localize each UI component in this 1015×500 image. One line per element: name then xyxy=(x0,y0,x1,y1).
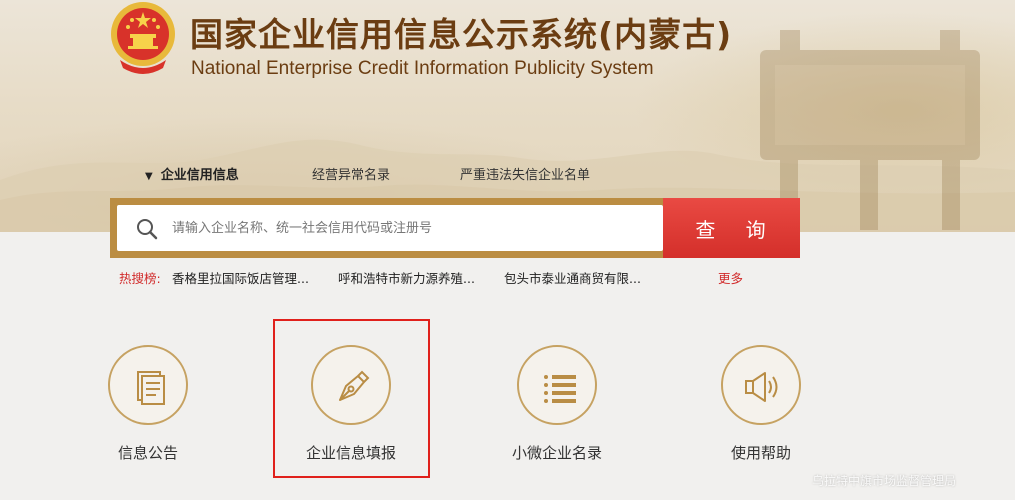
highlight-box xyxy=(273,319,430,478)
feature-small-enterprise-list[interactable]: 小微企业名录 xyxy=(477,345,637,463)
page-title: 国家企业信用信息公示系统(内蒙古) xyxy=(190,15,733,54)
caret-down-icon: ▼ xyxy=(145,171,153,182)
feature-info-notice[interactable]: 信息公告 xyxy=(68,345,228,463)
tab-credit-info[interactable]: ▼ 企业信用信息 xyxy=(145,164,239,183)
document-icon xyxy=(137,371,165,405)
speaker-icon xyxy=(745,372,778,402)
feature-circle xyxy=(721,345,801,425)
list-icon xyxy=(544,375,576,403)
tab-blacklist[interactable]: 严重违法失信企业名单 xyxy=(460,164,590,183)
search-icon xyxy=(137,219,158,240)
hot-search-more-link[interactable]: 更多 xyxy=(718,268,743,287)
search-box xyxy=(117,205,663,251)
hot-search-item[interactable]: 包头市泰业通商贸有限... xyxy=(504,268,641,287)
hot-search-item[interactable]: 香格里拉国际饭店管理... xyxy=(172,268,309,287)
search-input[interactable] xyxy=(172,205,652,251)
hot-search-item[interactable]: 呼和浩特市新力源养殖... xyxy=(338,268,475,287)
feature-label: 小微企业名录 xyxy=(511,444,602,462)
watermark-text: 乌拉特中旗市场监督管理局 xyxy=(812,474,957,488)
hot-search-label: 热搜榜: xyxy=(119,271,161,286)
tab-label: 企业信用信息 xyxy=(160,168,239,183)
page-subtitle: National Enterprise Credit Information P… xyxy=(191,58,654,79)
feature-circle xyxy=(108,345,188,425)
feature-label: 信息公告 xyxy=(117,444,178,462)
search-button[interactable]: 查 询 xyxy=(663,198,800,258)
tab-label: 经营异常名录 xyxy=(312,168,391,183)
tab-abnormal-list[interactable]: 经营异常名录 xyxy=(312,164,390,183)
feature-help[interactable]: 使用帮助 xyxy=(681,345,841,463)
feature-label: 使用帮助 xyxy=(730,444,791,462)
tab-label: 严重违法失信企业名单 xyxy=(460,168,591,183)
feature-circle xyxy=(517,345,597,425)
national-emblem-icon xyxy=(111,2,175,74)
search-bar: 查 询 xyxy=(110,198,800,258)
